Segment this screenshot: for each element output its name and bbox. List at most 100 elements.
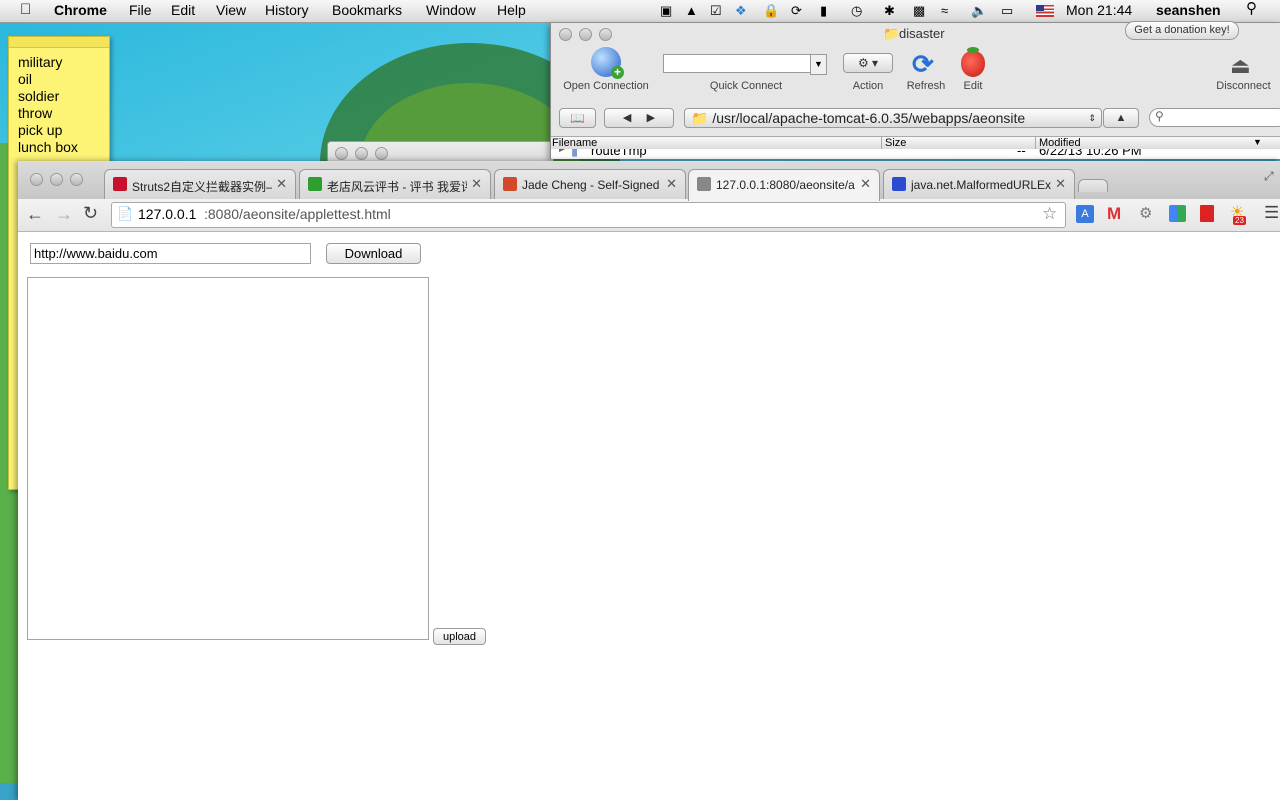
search-input[interactable] (1149, 108, 1280, 127)
quick-connect-input[interactable] (663, 54, 814, 73)
extension-help-icon[interactable]: ⚙ (1139, 204, 1152, 222)
chevron-down-icon[interactable]: ▼ (810, 54, 827, 75)
tab-jade-cheng[interactable]: Jade Cheng - Self-Signed ✕ (494, 169, 686, 200)
menu-file[interactable]: File (129, 2, 152, 18)
translate-icon[interactable]: A (1076, 205, 1094, 223)
bookmarks-button[interactable]: 📖 (559, 108, 596, 128)
url-field[interactable] (30, 243, 311, 264)
file-name: routeTmp (591, 149, 647, 158)
back-forward-buttons[interactable]: ◀ ▶ (604, 108, 674, 128)
parent-folder-button[interactable]: ▲ (1103, 108, 1139, 128)
display-icon[interactable]: ▩ (913, 3, 925, 19)
folder-icon: ▮ (571, 149, 579, 158)
sticky-titlebar[interactable] (9, 37, 109, 48)
page-icon: 📄 (117, 206, 134, 221)
forward-icon[interactable]: → (55, 204, 73, 225)
tab-struts[interactable]: Struts2自定义拦截器实例—S ✕ (104, 169, 296, 200)
globe-icon[interactable]: + (591, 47, 624, 79)
lock-icon[interactable]: 🔒 (763, 3, 779, 19)
extension-tag-icon[interactable] (1169, 205, 1186, 222)
clock[interactable]: Mon 21:44 (1066, 2, 1132, 18)
close-icon[interactable] (30, 173, 43, 186)
minimize-icon[interactable] (50, 173, 63, 186)
menu-help[interactable]: Help (497, 2, 526, 18)
ftp-window: 📁 disaster Get a donation key! + Open Co… (550, 21, 1280, 159)
time-machine-icon[interactable]: ◷ (851, 3, 862, 19)
browser-toolbar: ← → ↻ 📄 127.0.0.1 :8080/aeonsite/applett… (18, 199, 1280, 232)
close-tab-icon[interactable]: ✕ (666, 176, 677, 192)
col-filename[interactable]: Filename (552, 137, 597, 149)
bookmark-star-icon[interactable]: ☆ (1042, 204, 1057, 224)
volume-icon[interactable]: 🔈 (971, 3, 987, 19)
page-content: Download upload (18, 232, 1280, 800)
folder-icon: 📁 (691, 110, 709, 126)
url-path: :8080/aeonsite/applettest.html (204, 206, 391, 222)
upload-button[interactable]: upload (433, 628, 486, 645)
close-icon[interactable] (335, 147, 348, 160)
tab-pingshu[interactable]: 老店风云评书 - 评书 我爱评书 ✕ (299, 169, 491, 200)
extension-bookmark-icon[interactable] (1200, 205, 1214, 222)
bluetooth-icon[interactable]: ✱ (884, 3, 895, 19)
gmail-icon[interactable]: M (1107, 204, 1121, 224)
close-tab-icon[interactable]: ✕ (471, 176, 482, 192)
col-modified[interactable]: Modified (1035, 137, 1081, 149)
close-icon[interactable] (559, 28, 572, 41)
sticky-line: oil (18, 71, 33, 87)
close-tab-icon[interactable]: ✕ (1055, 176, 1066, 192)
close-tab-icon[interactable]: ✕ (276, 176, 287, 192)
favicon-icon (503, 177, 517, 191)
spotlight-icon[interactable]: ⚲ (1246, 1, 1257, 17)
menu-window[interactable]: Window (426, 2, 476, 18)
col-size[interactable]: Size (881, 137, 906, 149)
fullscreen-icon[interactable]: ⤢ (1264, 169, 1274, 184)
menu-view[interactable]: View (216, 2, 246, 18)
battery-icon[interactable]: ▭ (1001, 3, 1013, 19)
new-tab-button[interactable] (1078, 179, 1108, 192)
back-icon[interactable]: ◀ (623, 112, 631, 124)
reload-icon[interactable]: ↻ (83, 203, 98, 224)
address-bar[interactable]: 📄 127.0.0.1 :8080/aeonsite/applettest.ht… (111, 202, 1066, 228)
battery-status-icon[interactable]: ▮ (820, 3, 827, 19)
back-icon[interactable]: ← (26, 204, 44, 225)
dropbox-icon[interactable]: ❖ (735, 3, 747, 19)
action-button[interactable]: ⚙ ▾ (843, 53, 893, 73)
download-button[interactable]: Download (326, 243, 421, 264)
zoom-icon[interactable] (375, 147, 388, 160)
tab-applettest[interactable]: 127.0.0.1:8080/aeonsite/a ✕ (688, 169, 880, 201)
user-name[interactable]: seanshen (1156, 2, 1221, 18)
wifi-icon[interactable]: ≈ (941, 3, 948, 19)
minimize-icon[interactable] (355, 147, 368, 160)
edit-strawberry-icon[interactable] (961, 47, 985, 77)
menu-edit[interactable]: Edit (171, 2, 195, 18)
zoom-icon[interactable] (599, 28, 612, 41)
sync-icon[interactable]: ⟳ (791, 3, 802, 19)
menu-bookmarks[interactable]: Bookmarks (332, 2, 402, 18)
minimize-icon[interactable] (579, 28, 592, 41)
evernote-icon[interactable]: ☑ (710, 3, 722, 19)
action-label: Action (852, 80, 884, 92)
tab-title: java.net.MalformedURLExc (911, 178, 1051, 192)
drive-icon[interactable]: ▲ (685, 3, 698, 19)
status-s-icon[interactable]: ▣ (660, 3, 672, 19)
disconnect-label[interactable]: Disconnect (1206, 80, 1280, 92)
apple-icon[interactable]:  (20, 2, 31, 18)
refresh-label[interactable]: Refresh (901, 80, 951, 92)
path-selector[interactable]: 📁 /usr/local/apache-tomcat-6.0.35/webapp… (684, 108, 1102, 128)
close-tab-icon[interactable]: ✕ (860, 176, 871, 192)
open-connection-label[interactable]: Open Connection (559, 80, 653, 92)
app-menu[interactable]: Chrome (54, 2, 107, 18)
tab-malformed-url[interactable]: java.net.MalformedURLExc ✕ (883, 169, 1075, 200)
forward-icon[interactable]: ▶ (647, 112, 655, 124)
tab-title: 老店风云评书 - 评书 我爱评书 (327, 180, 467, 194)
donation-button[interactable]: Get a donation key! (1125, 21, 1239, 40)
disclosure-icon[interactable]: ▶ (559, 149, 566, 154)
flag-icon[interactable] (1036, 5, 1054, 17)
edit-label[interactable]: Edit (953, 80, 993, 92)
content-textarea[interactable] (27, 277, 429, 640)
menu-history[interactable]: History (265, 2, 309, 18)
menu-icon[interactable]: ☰ (1264, 203, 1279, 223)
file-row[interactable]: ▶ ▮ routeTmp -- 6/22/13 10:26 PM (551, 149, 1280, 159)
zoom-icon[interactable] (70, 173, 83, 186)
eject-icon[interactable]: ⏏ (1230, 53, 1251, 79)
refresh-icon[interactable]: ⟳ (912, 49, 934, 80)
